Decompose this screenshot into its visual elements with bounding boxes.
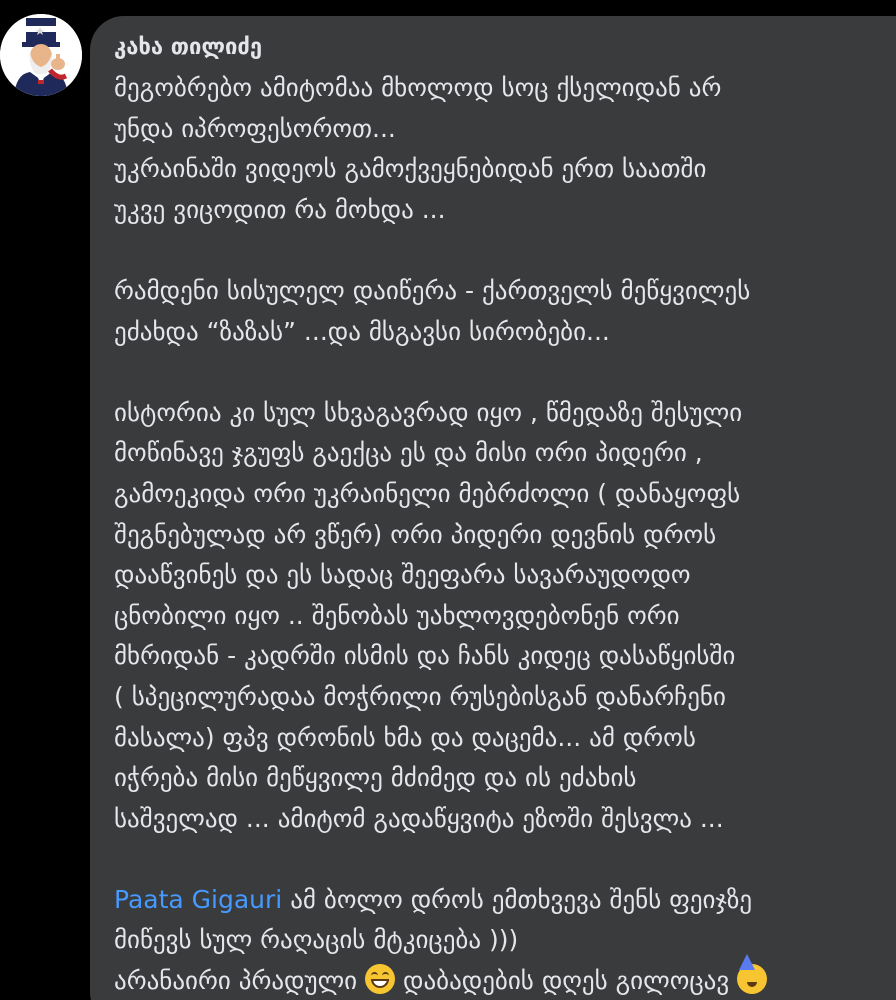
mention-link[interactable]: Paata Gigauri [114, 885, 282, 914]
last-line-text-a: არანაირი პრადული [114, 966, 366, 996]
comment-line: მეგობრებო ამიტომაა მხოლოდ სოც ქსელიდან ა… [114, 73, 722, 102]
uncle-sam-avatar[interactable] [0, 14, 82, 96]
comment-line: უკრაინაში ვიდეოს გამოქვეყნებიდან ერთ საა… [114, 154, 707, 184]
partying-face-emoji-icon [737, 954, 768, 995]
comment-author-name[interactable]: კახა თილიძე [114, 32, 262, 64]
grinning-face-emoji-icon [365, 964, 396, 995]
comment-line: მიწევს სულ რაღაცის მტკიცება ))) [114, 925, 519, 955]
comment-blank-line [114, 230, 889, 271]
comment-line: საშველად ... ამიტომ გადაწყვიტა ეზოში შეს… [114, 803, 724, 833]
comment-blank-line [114, 352, 889, 393]
comment-line: მასალა) ფპვ დრონის ხმა და დაცემა... ამ დ… [114, 722, 696, 752]
comment-line: უნდა იპროფესოროთ... [114, 113, 396, 143]
comment-line: უკვე ვიცოდით რა მოხდა ... [114, 194, 446, 224]
comment-view: კახა თილიძე მეგობრებო ამიტომაა მხოლოდ სო… [0, 0, 896, 1000]
comment-line: ( სპეცილურადაა მოჭრილი რუსებისგან დანარჩ… [114, 681, 726, 711]
comment-line: იჭრება მისი მეწყვილე მძიმედ და ის ეძახის [114, 763, 637, 793]
mention-line: Paata Gigauri ამ ბოლო დროს ემთხვევა შენს… [114, 880, 889, 921]
comment-line: მოწინავე ჯგუფს გაექცა ეს და მისი ორი პიდ… [114, 438, 703, 468]
comment-line: ისტორია კი სულ სხვაგავრად იყო , წმედაზე … [114, 397, 743, 427]
comment-line: შეგნებულად არ ვწერ) ორი პიდერი დევნის დრ… [114, 519, 717, 549]
comment-body: მეგობრებო ამიტომაა მხოლოდ სოც ქსელიდან ა… [114, 68, 889, 1000]
comment-line: გამოეკიდა ორი უკრაინელი მებრძოლი ( დანაყ… [114, 478, 741, 508]
comment-last-line: არანაირი პრადული დაბადების დღეს გილოცავ [114, 954, 889, 1000]
comment-line: რამდენი სისულელ დაიწერა - ქართველს მეწყვ… [114, 275, 751, 305]
comment-line: ცნობილი იყო .. შენობას უახლოვდებონენ ორი [114, 600, 680, 630]
comment-line: მხრიდან - კადრში ისმის და ჩანს კიდეც დას… [114, 641, 736, 671]
mention-line-text: ამ ბოლო დროს ემთხვევა შენს ფეიჯზე [282, 884, 753, 914]
comment-line: ეძახდა “ზაზას” ...და მსგავსი სირობები... [114, 316, 610, 346]
comment-line: დააწვინეს და ეს სადაც შეეფარა სავარაუდოდ… [114, 560, 691, 590]
comment-blank-line [114, 839, 889, 880]
uncle-sam-icon [0, 14, 82, 96]
last-line-text-b: დაბადების დღეს გილოცავ [395, 966, 738, 996]
